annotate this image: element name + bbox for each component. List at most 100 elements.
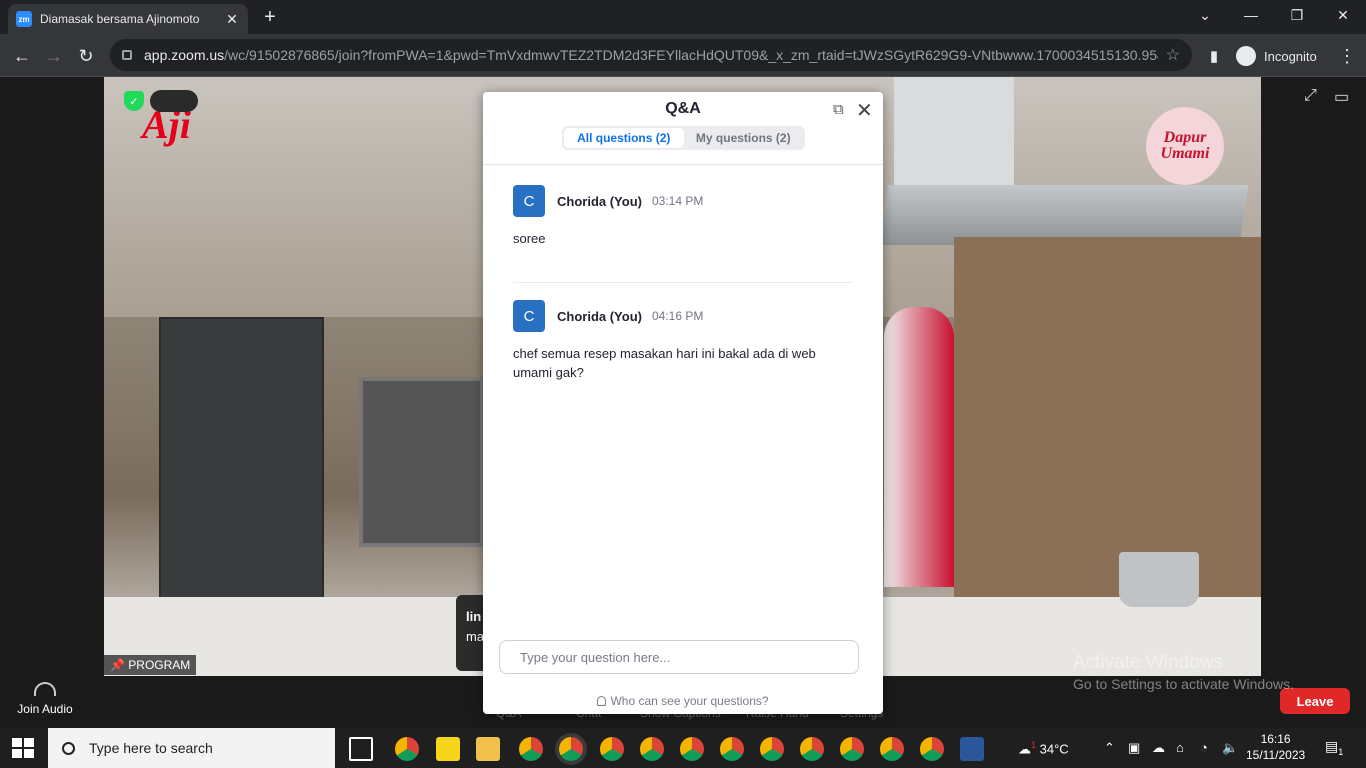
range-hood-base (879, 185, 1249, 245)
task-view-icon[interactable] (349, 737, 373, 761)
range-hood (894, 77, 1014, 187)
clock-time: 16:16 (1260, 732, 1291, 746)
window-close-icon[interactable]: ✕ (1320, 0, 1366, 30)
windows-taskbar: Type here to search ☁1 34°C ⌃ ▣ ☁ ⌂ ◔ 🔈 … (0, 728, 1366, 768)
notification-icon[interactable]: ▤1 (1325, 738, 1343, 757)
qa-title: Q&A (665, 100, 701, 117)
popout-icon[interactable]: ⧉ (833, 101, 844, 118)
program-badge: 📌 PROGRAM (104, 655, 197, 675)
side-panel-icon[interactable]: ▮ (1200, 42, 1228, 70)
avatar: C (513, 185, 545, 217)
onedrive-icon[interactable]: ☁ (1152, 740, 1165, 756)
encryption-shield-icon[interactable]: ✓ (124, 91, 144, 111)
taskbar-search[interactable]: Type here to search (48, 728, 335, 768)
activate-windows-title: Activate Windows (1073, 652, 1223, 673)
meeting-info-pill[interactable] (150, 90, 198, 112)
question-time: 03:14 PM (651, 194, 704, 208)
question-item: C Chorida (You) 04:16 PM chef semua rese… (513, 300, 853, 382)
qa-header: Q&A ⧉ ✕ All questions (2) My questions (… (483, 92, 883, 165)
question-item: C Chorida (You) 03:14 PM soree (513, 185, 853, 248)
url-host: app.zoom.us (144, 47, 225, 63)
volume-icon[interactable]: 🔈 (1222, 740, 1238, 756)
tray-overflow-icon[interactable]: ⌃ (1104, 740, 1115, 756)
taskbar-clock[interactable]: 16:16 15/11/2023 (1246, 731, 1305, 763)
chat-preview-text: ma (466, 629, 485, 644)
tab-close-icon[interactable]: ✕ (224, 11, 240, 28)
chat-preview-sender: lin (466, 609, 482, 624)
tray-app-icon[interactable]: ▣ (1128, 740, 1140, 756)
url-text: app.zoom.us/wc/91502876865/join?fromPWA=… (144, 47, 1158, 63)
activate-windows-subtitle: Go to Settings to activate Windows. (1073, 676, 1294, 692)
new-tab-icon[interactable]: + (258, 6, 282, 29)
wifi-icon[interactable]: ◔ (1200, 740, 1208, 755)
incognito-label: Incognito (1264, 48, 1317, 64)
chrome-icon[interactable] (395, 737, 419, 761)
chrome-profile-icon[interactable] (760, 737, 784, 761)
join-audio-button[interactable]: Join Audio (14, 682, 76, 716)
tab-search-icon[interactable]: ⌄ (1182, 0, 1228, 30)
windows-start-icon[interactable] (12, 738, 34, 758)
oven (359, 377, 484, 547)
incognito-badge[interactable]: Incognito (1236, 43, 1317, 69)
word-icon[interactable] (960, 737, 984, 761)
tab-my-questions[interactable]: My questions (2) (684, 128, 804, 148)
forward-icon[interactable]: → (40, 42, 68, 70)
sticky-notes-icon[interactable] (436, 737, 460, 761)
question-divider (513, 282, 853, 283)
browser-tab-strip: zm Diamasak bersama Ajinomoto ✕ + ⌄ — ❐ … (0, 0, 1366, 34)
close-icon[interactable]: ✕ (856, 98, 873, 123)
visibility-note[interactable]: Who can see your questions? (483, 694, 883, 708)
avatar: C (513, 300, 545, 332)
chrome-profile-icon[interactable] (720, 737, 744, 761)
chrome-profile-icon[interactable] (800, 737, 824, 761)
weather-badge: 1 (1031, 740, 1037, 750)
wood-cabinet (954, 237, 1261, 617)
search-icon (62, 741, 75, 755)
headphone-icon (34, 682, 56, 696)
back-icon[interactable]: ← (8, 42, 36, 70)
incognito-icon (1236, 46, 1256, 66)
view-options-icon[interactable]: ▭ (1334, 87, 1349, 107)
chrome-profile-icon[interactable] (559, 737, 583, 761)
notification-count: 1 (1338, 746, 1344, 757)
browser-menu-icon[interactable]: ⋮ (1333, 42, 1361, 70)
chrome-profile-icon[interactable] (920, 737, 944, 761)
address-bar[interactable]: app.zoom.us/wc/91502876865/join?fromPWA=… (110, 39, 1192, 71)
chrome-profile-icon[interactable] (840, 737, 864, 761)
refrigerator (159, 317, 324, 607)
tab-all-questions[interactable]: All questions (2) (564, 128, 684, 148)
browser-tab[interactable]: zm Diamasak bersama Ajinomoto ✕ (8, 4, 248, 34)
url-path: /wc/91502876865/join?fromPWA=1&pwd=TmVxd… (224, 47, 1158, 63)
network-icon[interactable]: ⌂ (1176, 740, 1184, 755)
weather-temp: 34°C (1039, 741, 1069, 757)
person-icon (597, 696, 607, 706)
browser-toolbar: ← → ↻ app.zoom.us/wc/91502876865/join?fr… (0, 34, 1366, 77)
qa-tabs: All questions (2) My questions (2) (562, 126, 805, 150)
reload-icon[interactable]: ↻ (72, 42, 100, 70)
qa-dialog: Q&A ⧉ ✕ All questions (2) My questions (… (483, 92, 883, 714)
question-text: chef semua resep masakan hari ini bakal … (513, 346, 816, 380)
cooking-pot (1119, 552, 1199, 607)
question-input[interactable] (499, 640, 859, 674)
weather-widget[interactable]: ☁1 34°C (1018, 740, 1069, 757)
file-explorer-icon[interactable] (476, 737, 500, 761)
chrome-profile-icon[interactable] (680, 737, 704, 761)
minimize-icon[interactable]: — (1228, 0, 1274, 30)
question-author: Chorida (You) (557, 308, 642, 324)
chrome-profile-icon[interactable] (600, 737, 624, 761)
taskbar-search-label: Type here to search (89, 740, 213, 756)
chrome-profile-icon[interactable] (640, 737, 664, 761)
clock-date: 15/11/2023 (1246, 748, 1306, 762)
program-label: PROGRAM (128, 658, 191, 672)
visibility-note-label: Who can see your questions? (610, 694, 769, 708)
dapur-umami-logo: Dapur Umami (1146, 107, 1224, 185)
bookmark-star-icon[interactable]: ☆ (1166, 45, 1180, 65)
chrome-profile-icon[interactable] (880, 737, 904, 761)
fullscreen-icon[interactable]: ⤢ (1304, 87, 1317, 105)
chrome-profile-icon[interactable] (519, 737, 543, 761)
chef-figure (884, 307, 954, 587)
lock-icon (122, 50, 132, 60)
tab-title: Diamasak bersama Ajinomoto (40, 12, 200, 26)
restore-icon[interactable]: ❐ (1274, 0, 1320, 30)
question-time: 04:16 PM (651, 309, 704, 323)
